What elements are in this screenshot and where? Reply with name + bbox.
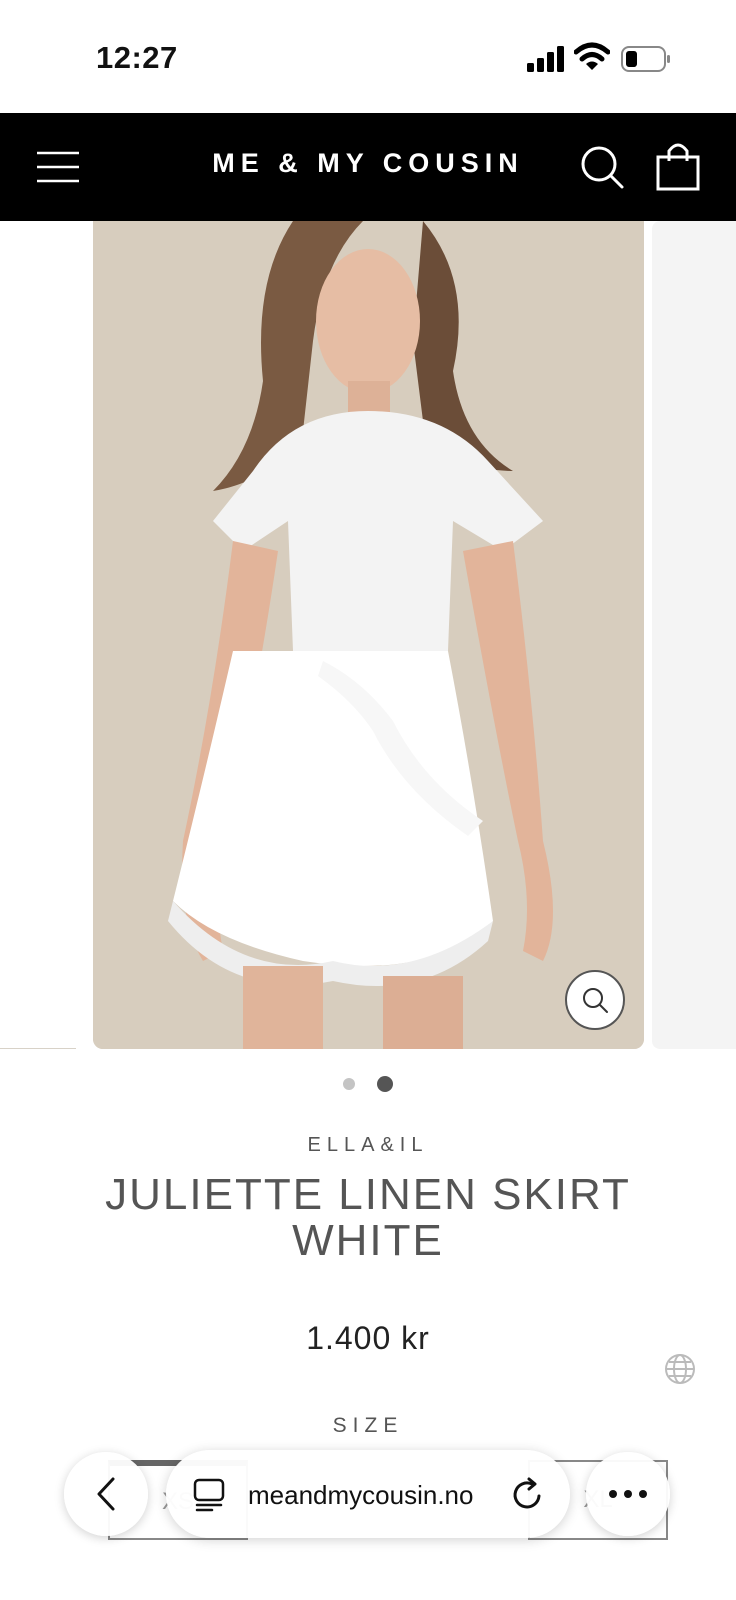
product-brand[interactable]: ELLA&IL — [0, 1134, 736, 1157]
gallery-pagination — [0, 1074, 736, 1094]
reload-icon[interactable] — [510, 1476, 546, 1514]
more-options-button[interactable] — [586, 1452, 670, 1536]
battery-icon — [621, 46, 670, 72]
product-gallery[interactable] — [0, 221, 736, 1049]
product-title: JULIETTE LINEN SKIRT WHITE — [105, 1170, 631, 1265]
shopping-bag-icon[interactable] — [654, 141, 702, 191]
product-image[interactable] — [93, 221, 644, 1049]
product-price: 1.400 kr — [306, 1320, 430, 1356]
cellular-signal-icon — [527, 46, 564, 72]
back-button[interactable] — [64, 1452, 148, 1536]
hamburger-menu-icon[interactable] — [34, 143, 82, 191]
zoom-button[interactable] — [565, 970, 625, 1030]
wifi-icon — [574, 42, 610, 70]
pagination-dot[interactable] — [343, 1078, 355, 1090]
chevron-left-icon — [97, 1477, 115, 1511]
tabs-icon[interactable] — [192, 1478, 226, 1512]
previous-slide[interactable] — [0, 221, 76, 1049]
magnifier-icon — [583, 988, 608, 1013]
pagination-dot-active[interactable] — [377, 1076, 393, 1092]
address-bar[interactable]: meandmycousin.no — [166, 1450, 570, 1538]
search-icon[interactable] — [578, 143, 626, 191]
globe-icon[interactable] — [664, 1353, 696, 1385]
next-slide[interactable] — [652, 221, 736, 1049]
site-logo[interactable]: ME & MY COUSIN — [180, 148, 556, 179]
size-label: SIZE — [332, 1414, 404, 1437]
url-text[interactable]: meandmycousin.no — [248, 1480, 473, 1511]
ellipsis-icon — [609, 1490, 647, 1498]
status-time: 12:27 — [96, 40, 178, 75]
browser-toolbar: meandmycousin.no — [0, 1440, 736, 1550]
status-bar: 12:27 — [0, 0, 736, 113]
site-header: ME & MY COUSIN — [0, 113, 736, 221]
